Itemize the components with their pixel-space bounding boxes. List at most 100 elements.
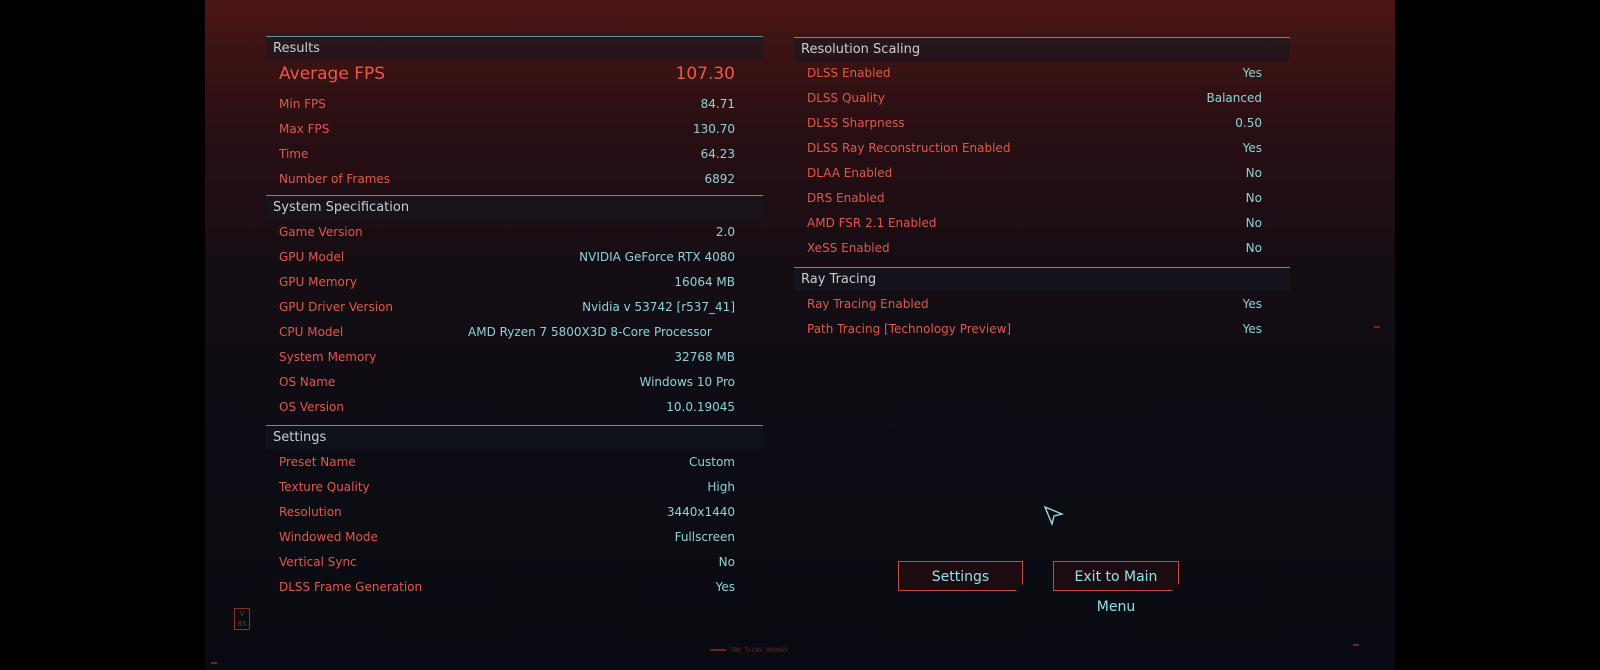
stat-row: AMD FSR 2.1 Enabled No [794,211,1290,235]
stat-row: DLSS Sharpness 0.50 [794,111,1290,135]
stat-value: 10.0.19045 [666,400,735,414]
stat-label: XeSS Enabled [807,241,890,255]
system-specification-header: System Specification [266,195,763,219]
decorative-vertical-text [218,270,226,410]
stat-label: Path Tracing [Technology Preview] [807,322,1012,336]
stat-value: Custom [689,455,735,469]
stat-row: DLAA Enabled No [794,161,1290,185]
stat-value: Windows 10 Pro [639,375,735,389]
stat-label: Average FPS [279,64,386,84]
stat-row: Preset Name Custom [266,450,763,474]
stat-value: High [707,480,735,494]
stat-label: GPU Memory [279,275,357,289]
stat-value: Yes [1242,297,1262,311]
stat-value: 107.30 [675,64,735,84]
stat-value: 3440x1440 [666,505,735,519]
stat-value: 130.70 [693,122,735,136]
stat-value: 32768 MB [674,350,735,364]
stat-value: 16064 MB [674,275,735,289]
stat-label: GPU Model [279,250,345,264]
build-tag: TRN_TLCAS_000065 [730,647,788,654]
stat-value: Yes [715,580,735,594]
stat-label: DLAA Enabled [807,166,893,180]
stat-value: 2.0 [715,225,735,239]
stat-row: Vertical Sync No [266,550,763,574]
stat-row: Min FPS 84.71 [266,92,763,116]
stat-label: Number of Frames [279,172,391,186]
resolution-scaling-header: Resolution Scaling [794,37,1290,61]
stat-label: AMD FSR 2.1 Enabled [807,216,937,230]
stat-row: DLSS Ray Reconstruction Enabled Yes [794,136,1290,160]
stat-value: No [1245,241,1262,255]
corner-tick-left [211,662,217,664]
stat-label: System Memory [279,350,377,364]
stat-row: Average FPS 107.30 [266,62,763,86]
stat-label: Min FPS [279,97,326,111]
stat-value: Balanced [1206,91,1262,105]
stat-label: OS Name [279,375,336,389]
stat-row: Ray Tracing Enabled Yes [794,292,1290,316]
stat-label: Time [279,147,309,161]
logo-icon: V 85 [234,608,250,630]
stat-label: Texture Quality [279,480,370,494]
stat-row: CPU Model AMD Ryzen 7 5800X3D 8-Core Proc… [266,320,763,344]
settings-header: Settings [266,425,763,449]
corner-tick [1353,644,1359,646]
stat-label: DLSS Quality [807,91,885,105]
stat-value: Fullscreen [674,530,735,544]
stat-value: 64.23 [700,147,735,161]
mouse-cursor-icon [1044,506,1064,526]
stat-value: 6892 [704,172,735,186]
stat-value: Yes [1242,141,1262,155]
stat-row: Time 64.23 [266,142,763,166]
stat-row: DLSS Frame Generation Yes [266,575,763,599]
stat-label: Windowed Mode [279,530,378,544]
stat-value: Yes [1242,322,1262,336]
stat-value: NVIDIA GeForce RTX 4080 [579,250,735,264]
stat-row: DLSS Enabled Yes [794,61,1290,85]
side-tick [1374,326,1380,328]
results-header: Results [266,36,763,60]
stat-value: Yes [1242,66,1262,80]
stat-label: Vertical Sync [279,555,357,569]
stat-label: Game Version [279,225,363,239]
stat-row: Windowed Mode Fullscreen [266,525,763,549]
stat-value: No [718,555,735,569]
stat-label: Ray Tracing Enabled [807,297,929,311]
stat-row: GPU Memory 16064 MB [266,270,763,294]
stat-label: OS Version [279,400,345,414]
stat-value: AMD Ryzen 7 5800X3D 8-Core Processor [468,325,712,339]
footer-tick [710,649,726,651]
stat-value: 0.50 [1235,116,1262,130]
stat-label: DLSS Sharpness [807,116,905,130]
stat-row: Max FPS 130.70 [266,117,763,141]
ray-tracing-header: Ray Tracing [794,267,1290,291]
stat-row: Path Tracing [Technology Preview] Yes [794,317,1290,341]
stat-label: Preset Name [279,455,356,469]
stat-label: GPU Driver Version [279,300,393,314]
stat-row: GPU Model NVIDIA GeForce RTX 4080 [266,245,763,269]
stat-row: System Memory 32768 MB [266,345,763,369]
stat-label: CPU Model [279,325,344,339]
exit-to-main-menu-button[interactable]: Exit to Main Menu [1053,561,1179,615]
stat-label: Max FPS [279,122,330,136]
stat-row: Texture Quality High [266,475,763,499]
stat-label: DLSS Ray Reconstruction Enabled [807,141,1011,155]
stat-value: 84.71 [700,97,735,111]
stat-row: Number of Frames 6892 [266,167,763,191]
stat-label: DLSS Enabled [807,66,891,80]
stat-row: Game Version 2.0 [266,220,763,244]
stat-row: XeSS Enabled No [794,236,1290,260]
stat-row: OS Name Windows 10 Pro [266,370,763,394]
stat-value: No [1245,166,1262,180]
stat-row: DRS Enabled No [794,186,1290,210]
stat-label: Resolution [279,505,342,519]
settings-button[interactable]: Settings [898,561,1023,591]
stat-value: No [1245,216,1262,230]
stat-row: Resolution 3440x1440 [266,500,763,524]
stat-label: DLSS Frame Generation [279,580,423,594]
benchmark-screen: Results Average FPS 107.30 Min FPS 84.71 Max… [0,0,1600,670]
stat-value: No [1245,191,1262,205]
stat-row: DLSS Quality Balanced [794,86,1290,110]
stat-row: GPU Driver Version Nvidia v 53742 [r537_4… [266,295,763,319]
